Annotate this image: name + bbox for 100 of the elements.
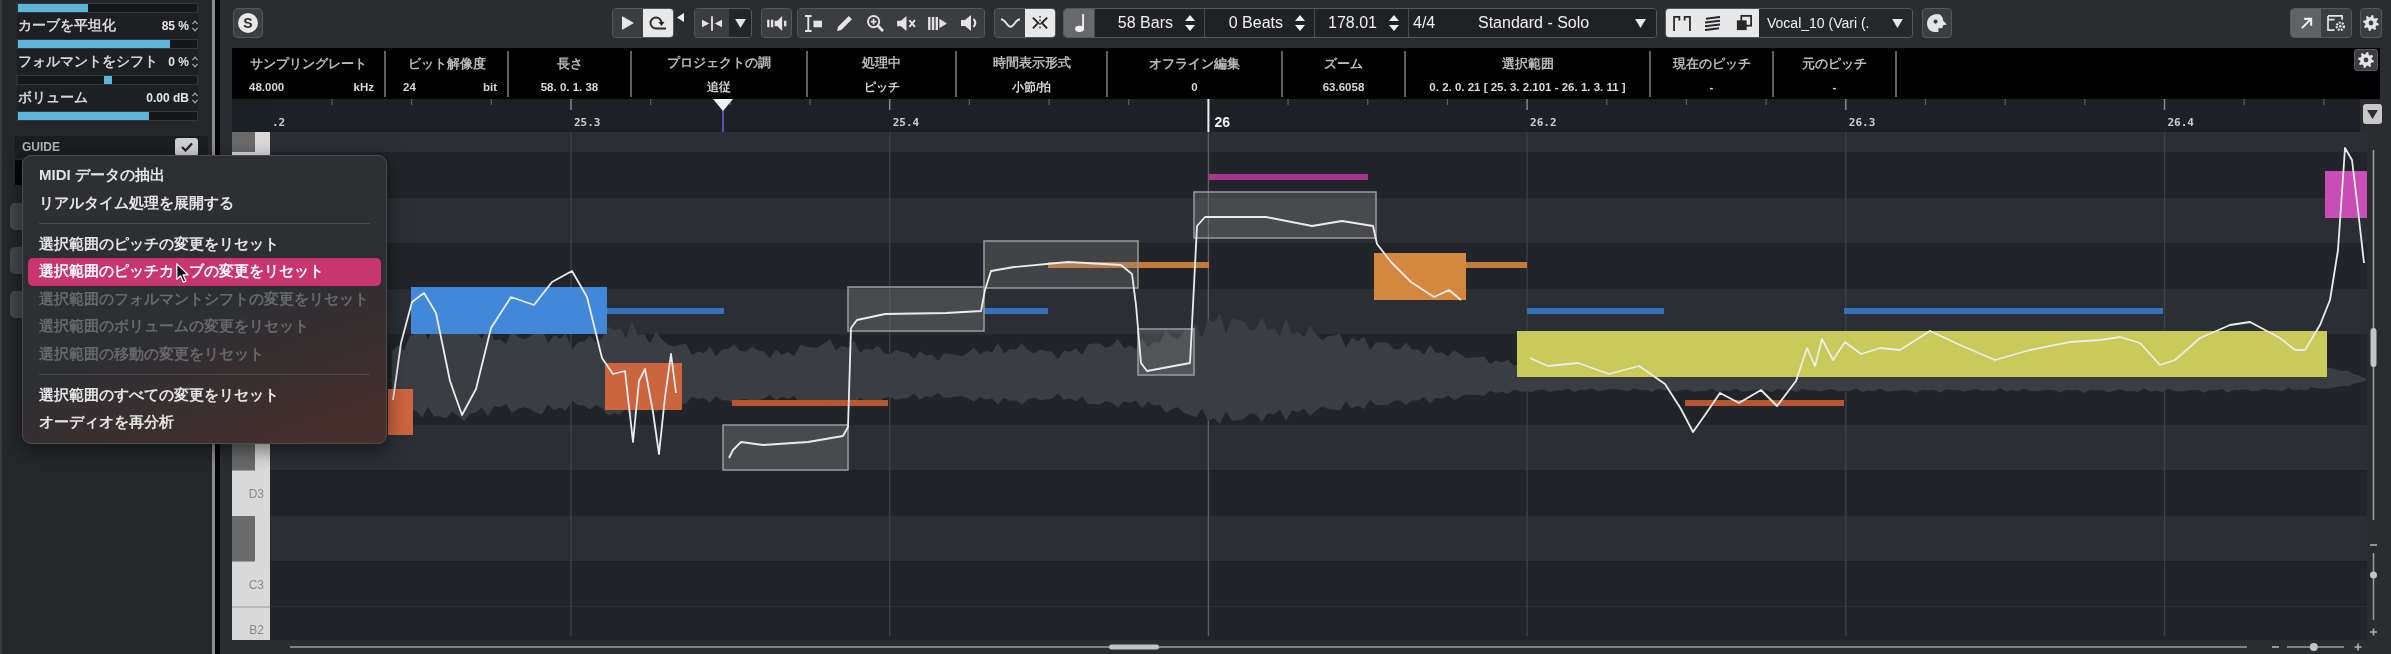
- scrollbar-thumb[interactable]: [2370, 328, 2377, 367]
- spinner-icon: [1295, 15, 1305, 31]
- menu-item[interactable]: MIDI データの抽出: [28, 162, 381, 190]
- slider-thumb[interactable]: [2370, 571, 2377, 579]
- info-value: 24: [403, 81, 416, 93]
- audition-button[interactable]: [761, 8, 792, 38]
- slider-thumb[interactable]: [103, 76, 112, 84]
- guide-checkbox[interactable]: [175, 138, 198, 156]
- caret-down-icon: [2367, 109, 2378, 119]
- zoom-slider[interactable]: [2370, 552, 2377, 621]
- settings-button[interactable]: [2354, 49, 2378, 71]
- dropdown-button[interactable]: [729, 9, 751, 37]
- spinner-icon: [192, 92, 198, 104]
- key-label: B2: [249, 623, 264, 638]
- spinner-icon: [1389, 15, 1399, 31]
- pencil-icon: [837, 15, 852, 31]
- info-label: 長さ: [556, 55, 583, 73]
- info-label: ズーム: [1324, 55, 1363, 73]
- menu-item[interactable]: 選択範囲のピッチの変更をリセット: [28, 230, 381, 258]
- cursor-marker[interactable]: [713, 99, 733, 132]
- converge-arrows-icon: [1031, 15, 1049, 31]
- spinner-icon: [192, 20, 198, 32]
- play-icon: [622, 16, 634, 30]
- menu-item[interactable]: 選択範囲のピッチカ ブの変更をリセット: [28, 258, 381, 286]
- horizontal-scrollbar[interactable]: [289, 644, 2248, 650]
- note-block[interactable]: [1193, 191, 1377, 239]
- note-block[interactable]: [1137, 328, 1195, 376]
- menu-item[interactable]: 選択範囲のすべての変更をリセット: [28, 381, 381, 409]
- ruler-label: 26.4: [2167, 116, 2194, 129]
- note-block[interactable]: [847, 286, 985, 332]
- bracket-icon: [1672, 15, 1691, 31]
- snap-button[interactable]: [1025, 9, 1055, 37]
- arrow-cursor-icon: [176, 263, 189, 283]
- spinner-icon: [192, 56, 198, 68]
- float-window-button[interactable]: [2291, 9, 2321, 37]
- key-label: C3: [248, 577, 264, 592]
- stacked-lines-icon: [1704, 15, 1721, 31]
- caret-down-icon: [1635, 18, 1646, 28]
- range-select-icon: [805, 14, 822, 32]
- gear-icon: [2363, 15, 2379, 31]
- bracket-view-button[interactable]: [1666, 9, 1697, 37]
- diagonal-arrow-icon: [2299, 16, 2313, 30]
- info-value: ピッチ: [863, 79, 900, 95]
- split-arrows-icon: [702, 15, 722, 31]
- menu-item[interactable]: オーディオを再分析: [28, 409, 381, 437]
- track-dropdown[interactable]: Vocal_10 (Vari (.: [1759, 9, 1912, 37]
- info-value: 追従: [707, 79, 731, 95]
- info-label: 選択範囲: [1501, 55, 1554, 73]
- slider-label: ボリューム: [18, 89, 89, 107]
- text-field[interactable]: [15, 160, 22, 185]
- guide-label: GUIDE: [22, 140, 60, 154]
- settings-button[interactable]: [2360, 8, 2382, 38]
- info-label: サンプリングレート: [249, 55, 367, 73]
- pitch-curve[interactable]: [392, 147, 2365, 459]
- note-block[interactable]: [983, 240, 1139, 289]
- info-value: 58. 0. 1. 38: [540, 81, 599, 93]
- info-label: ビット解像度: [407, 55, 486, 73]
- slider-thumb[interactable]: [2309, 643, 2318, 651]
- window-gear-icon: [2327, 15, 2345, 31]
- slider-value: 0.00 dB: [146, 91, 189, 105]
- spinner-icon: [1185, 15, 1195, 31]
- head-profile-icon: [1927, 14, 1947, 32]
- info-label: オフライン編集: [1149, 55, 1240, 73]
- ruler-label: 25.3: [574, 116, 601, 129]
- minus-icon[interactable]: [2271, 646, 2280, 648]
- menu-item[interactable]: リアルタイム処理を展開する: [28, 189, 381, 217]
- ruler-menu-button[interactable]: [2363, 104, 2382, 124]
- info-label: 元のピッチ: [1802, 55, 1867, 73]
- slider-track[interactable]: [17, 3, 198, 13]
- slider-track[interactable]: [17, 39, 198, 49]
- loop-arrow-icon: [648, 16, 668, 30]
- caret-down-icon: [1892, 18, 1903, 28]
- info-value: 0: [1191, 81, 1198, 93]
- plus-icon[interactable]: [2369, 627, 2378, 637]
- info-label: 現在のピッチ: [1672, 55, 1751, 73]
- minus-icon[interactable]: [2369, 544, 2378, 546]
- vertical-scrollbar[interactable]: [2370, 149, 2377, 521]
- ruler-label: 26.2: [1530, 116, 1557, 129]
- ruler-label: .2: [272, 116, 286, 129]
- slider-value: 85 %: [161, 19, 189, 33]
- info-label: 処理中: [862, 53, 901, 72]
- ruler-label: 25.4: [892, 116, 920, 129]
- cycle-button[interactable]: [643, 9, 673, 37]
- note-block[interactable]: [722, 424, 849, 471]
- slider-value: 0 %: [168, 55, 189, 69]
- scrollbar-thumb[interactable]: [1109, 644, 1159, 650]
- squares-view-button[interactable]: [1728, 9, 1759, 37]
- slider-track[interactable]: [17, 75, 198, 85]
- info-value: -: [1832, 81, 1837, 93]
- note-button[interactable]: [1064, 9, 1094, 37]
- triangle-icon: [677, 13, 684, 22]
- speaker-icon: [960, 15, 977, 31]
- info-value: 48.000: [249, 81, 285, 93]
- slider-track[interactable]: [17, 111, 198, 121]
- plus-icon[interactable]: [2353, 642, 2363, 652]
- info-value: 0. 2. 0. 21 [ 25. 3. 2.101 - 26. 1. 3. 11 ]: [1429, 81, 1626, 93]
- curve-icon: [999, 17, 1021, 29]
- zoom-slider[interactable]: [2286, 643, 2345, 651]
- key-label: D3: [248, 486, 264, 501]
- head-button[interactable]: [1922, 8, 1952, 38]
